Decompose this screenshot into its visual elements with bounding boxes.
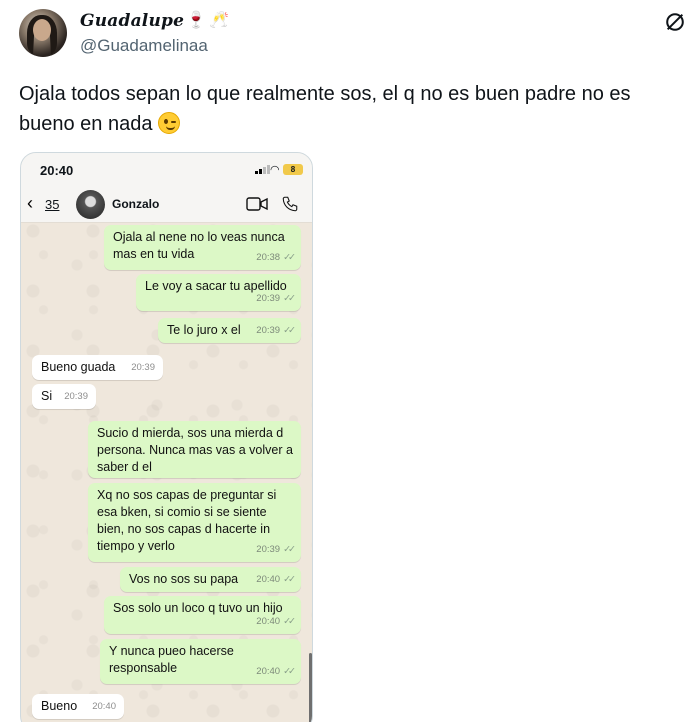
- message-bubble: Xq no sos capas de preguntar si esa bken…: [88, 483, 301, 562]
- message-bubble: Le voy a sacar tu apellido 20:39 ✓✓: [136, 274, 301, 311]
- tweet-text: Ojala todos sepan lo que realmente sos, …: [19, 79, 689, 139]
- display-name[interactable]: Guadalupe: [80, 11, 184, 31]
- message-text: Si: [41, 389, 53, 403]
- message-time: 20:40 ✓✓: [256, 666, 296, 677]
- message-time: 20:39 ✓✓: [256, 325, 296, 336]
- message-text: Vos no sos su papa: [129, 572, 239, 586]
- message-bubble: Y nunca pueo hacerse responsable 20:40 ✓✓: [100, 639, 301, 684]
- message-text: Te lo juro x el: [167, 323, 241, 337]
- message-bubble: Si 20:39: [32, 384, 96, 409]
- message-time: 20:40 ✓✓: [256, 574, 296, 585]
- scrollbar[interactable]: [309, 653, 312, 722]
- message-text: Sucio d mierda, sos una mierda d persona…: [97, 426, 293, 474]
- message-time: 20:39 ✓✓: [256, 293, 296, 304]
- phone-status-bar: 20:40 ◠ 8: [21, 153, 312, 187]
- phone-time: 20:40: [40, 163, 74, 178]
- message-bubble: Sos solo un loco q tuvo un hijo 20:40 ✓✓: [104, 596, 301, 634]
- message-bubble: Sucio d mierda, sos una mierda d persona…: [88, 421, 301, 478]
- video-call-icon: [246, 197, 268, 211]
- message-text: Bueno guada: [41, 360, 116, 374]
- wine-emoji-icon: 🍷: [186, 12, 206, 29]
- message-text: Y nunca pueo hacerse responsable: [109, 644, 234, 675]
- x-logo-icon[interactable]: [664, 11, 686, 33]
- battery-icon: 8: [283, 164, 303, 175]
- message-bubble: Ojala al nene no lo veas nunca mas en tu…: [104, 225, 301, 270]
- message-text: Xq no sos capas de preguntar si esa bken…: [97, 488, 277, 553]
- message-time: 20:40: [92, 701, 116, 712]
- user-handle[interactable]: @Guadamelinaa: [80, 36, 208, 56]
- message-text: Bueno: [41, 699, 78, 713]
- chat-header: ‹ 35 Gonzalo: [21, 187, 312, 223]
- message-time: 20:39 ✓✓: [256, 544, 296, 555]
- avatar-face: [33, 19, 51, 41]
- message-time: 20:40 ✓✓: [256, 616, 296, 627]
- message-time: 20:39: [131, 362, 155, 373]
- winking-face-icon: [158, 112, 181, 134]
- phone-call-icon: [282, 196, 298, 212]
- message-bubble: Te lo juro x el 20:39 ✓✓: [158, 318, 301, 343]
- signal-icon: [255, 165, 270, 174]
- wifi-icon: ◠: [270, 164, 280, 176]
- back-chevron-icon: ‹: [27, 193, 33, 213]
- unread-count: 35: [45, 197, 60, 212]
- chat-screenshot-image[interactable]: 20:40 ◠ 8 ‹ 35 Gonzalo Ojala al nene no …: [20, 152, 313, 722]
- cheers-emoji-icon: 🥂: [209, 12, 229, 29]
- message-time: 20:39: [64, 391, 88, 402]
- contact-name: Gonzalo: [112, 197, 160, 211]
- contact-avatar: [76, 190, 105, 219]
- user-avatar[interactable]: [19, 9, 67, 57]
- message-bubble: Vos no sos su papa 20:40 ✓✓: [120, 567, 301, 592]
- message-time: 20:38 ✓✓: [256, 252, 296, 263]
- tweet-body: Ojala todos sepan lo que realmente sos, …: [19, 83, 631, 135]
- message-bubble: Bueno guada 20:39: [32, 355, 163, 380]
- message-bubble: Bueno 20:40: [32, 694, 124, 719]
